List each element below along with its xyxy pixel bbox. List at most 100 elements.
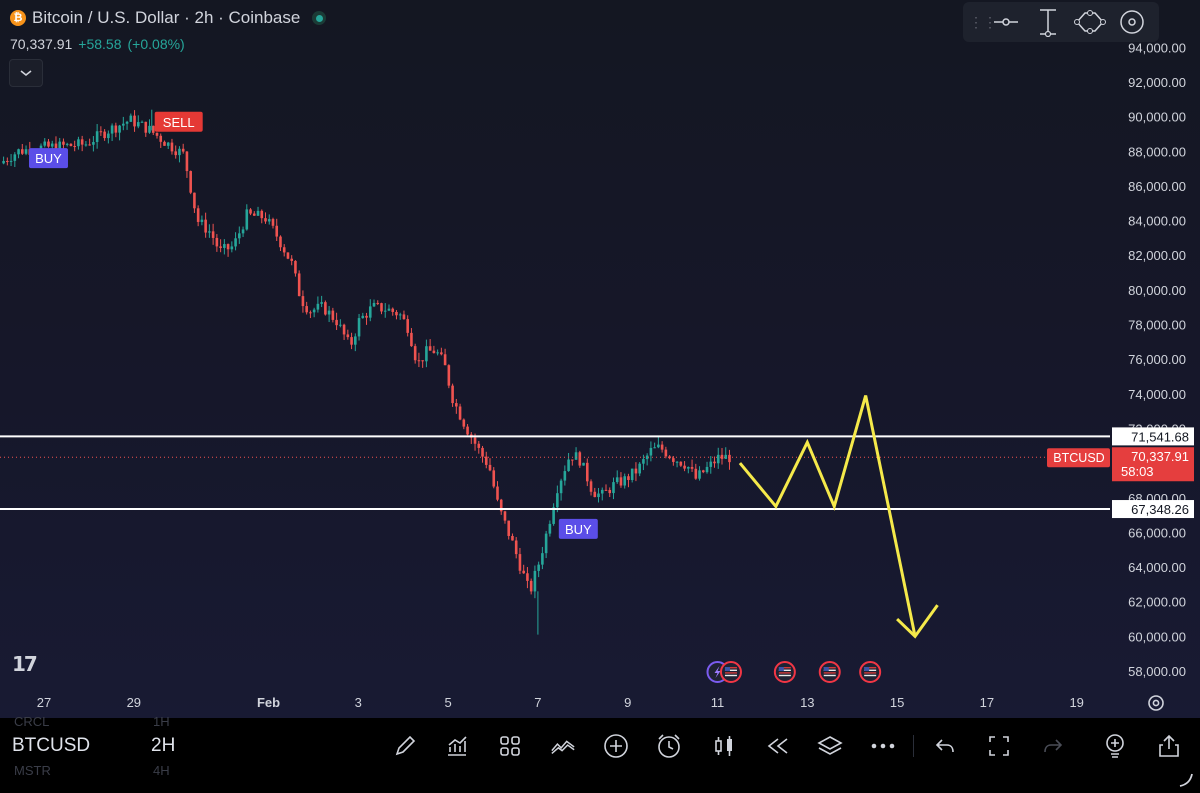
candle-body <box>20 149 24 154</box>
candles-group <box>2 110 731 599</box>
drawing-tool-panel[interactable]: ⋮⋮ <box>963 2 1159 42</box>
candle-body <box>335 319 338 326</box>
y-tick-label: 78,000.00 <box>1128 318 1186 333</box>
symbol-picker[interactable]: BTCUSD <box>12 735 90 757</box>
candle-body <box>417 360 421 362</box>
idea-bulb-icon[interactable] <box>1102 733 1128 759</box>
countdown-label: 58:03 <box>1121 464 1154 479</box>
y-tick-label: 86,000.00 <box>1128 179 1186 194</box>
candle-body <box>43 141 47 146</box>
y-tick-label: 58,000.00 <box>1128 664 1186 679</box>
candle-body <box>589 481 593 492</box>
x-tick-label: Feb <box>257 695 280 710</box>
alert-clock-icon[interactable] <box>656 733 682 759</box>
compare-wave-icon[interactable] <box>550 733 576 759</box>
interval-picker[interactable]: 2H <box>151 735 175 757</box>
candle-body <box>713 461 716 464</box>
candle-body <box>185 151 189 172</box>
circle-target-icon[interactable] <box>1113 6 1151 38</box>
candle-body <box>593 491 597 498</box>
candle-body <box>582 462 585 466</box>
candle-body <box>301 296 305 307</box>
bitcoin-icon: ₿ <box>10 10 26 26</box>
collapse-legend-button[interactable] <box>9 59 43 87</box>
candle-body <box>256 210 260 216</box>
us-flag-event-icon <box>719 661 742 683</box>
templates-grid-icon[interactable] <box>497 733 523 759</box>
candle-body <box>163 141 166 146</box>
candle-body <box>503 511 507 521</box>
price-change: +58.58 <box>78 36 122 52</box>
candle-body <box>604 489 608 491</box>
candle-body <box>339 324 342 326</box>
flag-stripe <box>724 672 737 674</box>
candle-body <box>196 208 200 222</box>
y-tick-label: 66,000.00 <box>1128 525 1186 540</box>
chevron-down-icon <box>20 70 32 77</box>
candle-body <box>136 122 140 127</box>
candle-body <box>571 459 574 461</box>
candle-body <box>200 219 204 222</box>
vertical-measure-icon[interactable] <box>1029 6 1067 38</box>
symbol-header[interactable]: ₿ Bitcoin / U.S. Dollar · 2h · Coinbase <box>10 8 327 28</box>
y-tick-label: 64,000.00 <box>1128 560 1186 575</box>
candle-body <box>47 141 50 147</box>
y-tick-label: 62,000.00 <box>1128 595 1186 610</box>
share-icon[interactable] <box>1156 733 1182 759</box>
candle-body <box>634 468 638 474</box>
candle-body <box>107 133 110 139</box>
redo-icon[interactable] <box>1040 733 1066 759</box>
y-tick-label: 80,000.00 <box>1128 283 1186 298</box>
candle-body <box>563 471 567 481</box>
candle-body <box>155 132 159 136</box>
market-open-status-icon <box>312 11 327 25</box>
candle-body <box>451 385 454 404</box>
chart-svg[interactable]: 58,000.00 60,000.00 62,000.00 64,000.00 66,0… <box>0 0 1200 718</box>
event-ring <box>818 661 841 683</box>
axis-settings-gear-icon[interactable] <box>1146 693 1166 713</box>
indicators-icon[interactable] <box>444 733 470 759</box>
y-tick-label: 84,000.00 <box>1128 214 1186 229</box>
candle-body <box>99 131 103 133</box>
candle-body <box>122 123 125 126</box>
layers-icon[interactable] <box>817 733 843 759</box>
candle-body <box>178 148 181 156</box>
candle-body <box>282 247 286 253</box>
candle-body <box>103 131 106 139</box>
ghost-interval-prev: 1H <box>153 714 170 729</box>
candle-body <box>238 233 241 239</box>
candle-body <box>260 210 264 219</box>
x-tick-label: 9 <box>624 695 631 710</box>
candle-body <box>170 142 174 152</box>
candle-body <box>484 456 488 465</box>
ellipse-path-icon[interactable] <box>1071 6 1109 38</box>
flag-canton <box>823 667 829 671</box>
ghost-symbol-prev: CRCL <box>14 714 50 729</box>
fullscreen-icon[interactable] <box>986 733 1012 759</box>
horizontal-ray-icon[interactable] <box>987 6 1025 38</box>
projection-zigzag <box>738 395 917 637</box>
candle-body <box>585 462 589 482</box>
candle-body <box>361 315 365 319</box>
candle-body <box>324 302 327 315</box>
x-tick-label: 13 <box>800 695 814 710</box>
candle-body <box>627 476 630 480</box>
candle-body <box>151 125 155 133</box>
candle-type-icon[interactable] <box>711 733 737 759</box>
candle-body <box>716 454 720 464</box>
candle-body <box>368 306 372 318</box>
undo-icon[interactable] <box>932 733 958 759</box>
candle-body <box>664 449 668 457</box>
sell-signal-label: SELL <box>163 115 195 130</box>
draw-pen-icon[interactable] <box>392 733 418 759</box>
replay-icon[interactable] <box>764 733 790 759</box>
candle-body <box>144 121 148 133</box>
candle-body <box>24 149 28 154</box>
candle-body <box>223 244 226 248</box>
drag-handle-icon[interactable]: ⋮⋮ <box>969 14 997 31</box>
candle-body <box>559 480 563 494</box>
more-icon[interactable] <box>870 733 896 759</box>
add-plus-icon[interactable] <box>603 733 629 759</box>
candle-body <box>181 148 185 152</box>
candle-body <box>541 553 544 565</box>
